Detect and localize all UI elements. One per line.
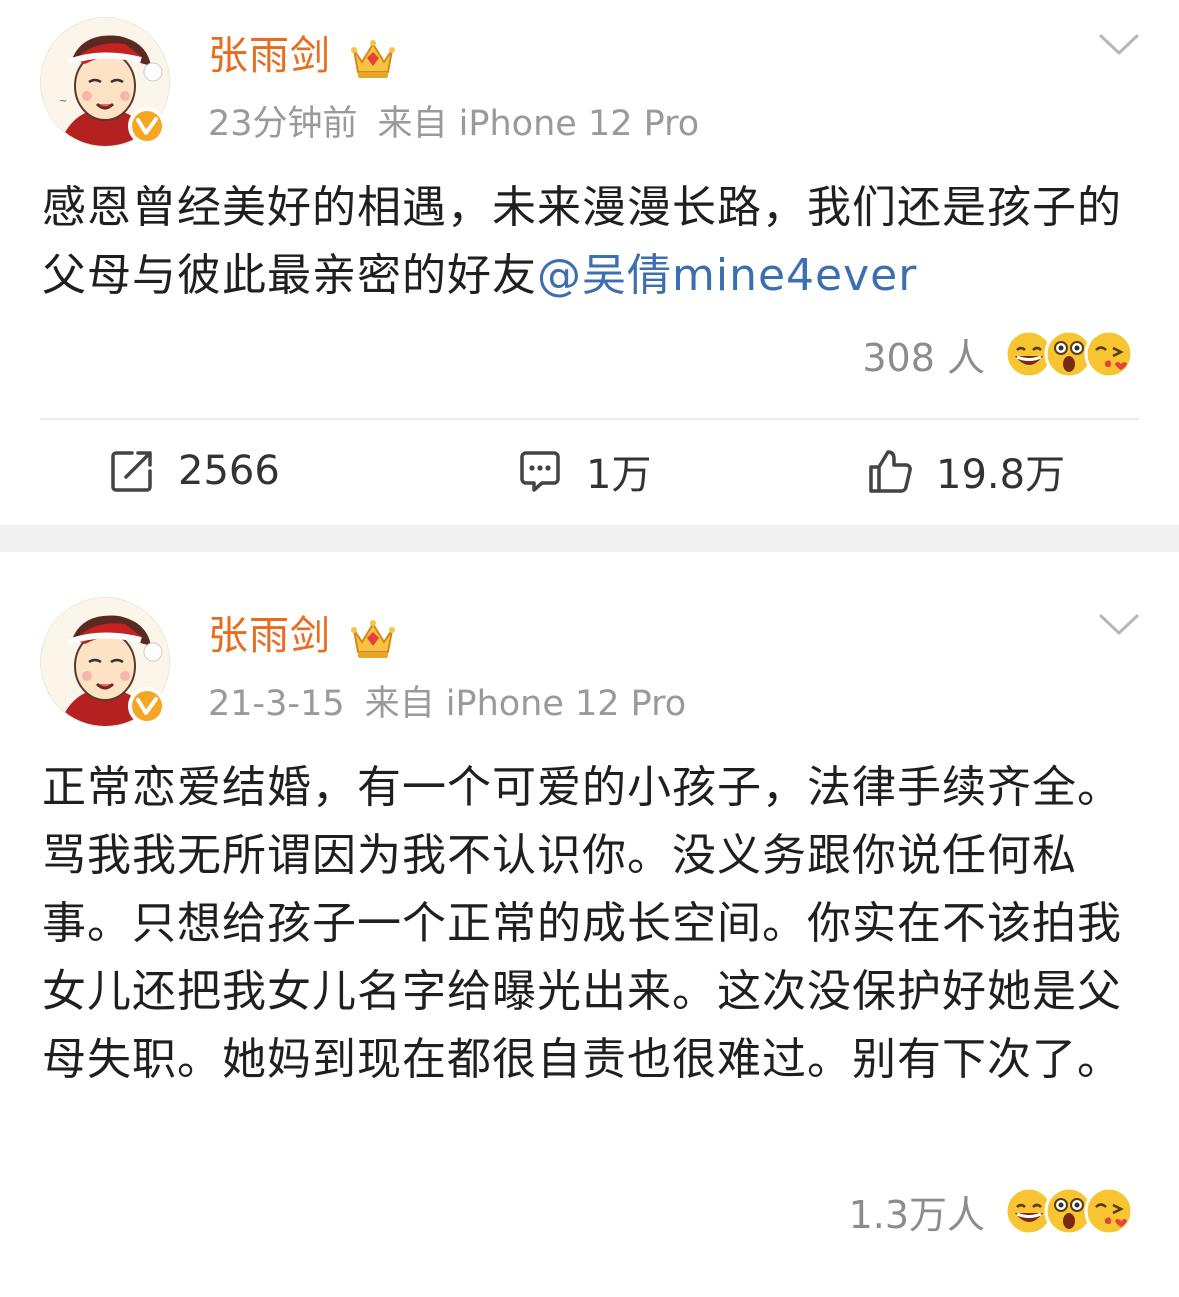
reaction-count: 308 人: [862, 335, 985, 380]
post-separator: [0, 525, 1179, 552]
comment-icon: [520, 451, 560, 492]
username[interactable]: 张雨剑: [208, 612, 331, 660]
divider: [40, 418, 1139, 420]
verified-badge-icon: [128, 687, 166, 725]
kiss-emoji-icon: [1084, 329, 1134, 379]
reaction-count: 1.3万人: [848, 1192, 985, 1237]
reaction-summary[interactable]: 308 人: [862, 326, 1135, 382]
repost-count: 2566: [178, 448, 280, 494]
like-count: 19.8万: [936, 452, 1066, 498]
post-content: 感恩曾经美好的相遇，未来漫漫长路，我们还是孩子的父母与彼此最亲密的好友@吴倩mi…: [42, 174, 1137, 310]
crown-icon[interactable]: [348, 36, 398, 80]
verified-badge-icon: [128, 107, 166, 145]
kiss-emoji-icon: [1084, 1186, 1134, 1236]
chevron-down-icon[interactable]: [1098, 612, 1140, 638]
chevron-down-icon[interactable]: [1098, 32, 1140, 58]
action-bar: 2566 1万 19.8万: [0, 440, 1179, 502]
post-meta: 21-3-15 来自 iPhone 12 Pro: [208, 682, 686, 726]
svg-text:~: ~: [59, 96, 67, 107]
thumbs-up-icon: [869, 450, 912, 493]
comment-count: 1万: [586, 452, 652, 498]
comment-button[interactable]: 1万: [516, 440, 651, 502]
mention-link[interactable]: @吴倩mine4ever: [537, 250, 917, 301]
repost-icon: [111, 451, 152, 492]
post-content: 正常恋爱结婚，有一个可爱的小孩子，法律手续齐全。骂我我无所谓因为我不认识你。没义…: [42, 754, 1137, 1094]
like-button[interactable]: 19.8万: [866, 440, 1065, 502]
post-meta: 23分钟前 来自 iPhone 12 Pro: [208, 102, 699, 146]
post-text: 正常恋爱结婚，有一个可爱的小孩子，法律手续齐全。骂我我无所谓因为我不认识你。没义…: [42, 762, 1122, 1085]
post-source[interactable]: 来自 iPhone 12 Pro: [378, 104, 700, 144]
post-time: 21-3-15: [208, 684, 345, 724]
weibo-post: 张雨剑 21-3-15 来自 iPhone 12 Pro 正常恋爱结婚，有一个可爱…: [0, 552, 1179, 1297]
post-source[interactable]: 来自 iPhone 12 Pro: [365, 684, 687, 724]
weibo-post: ~ 张雨剑 23分钟前 来自 iPhone 12 Pro 感恩曾经美好的相遇，未来…: [0, 0, 1179, 525]
crown-icon[interactable]: [348, 616, 398, 660]
post-time: 23分钟前: [208, 104, 358, 144]
username[interactable]: 张雨剑: [208, 32, 331, 80]
repost-button[interactable]: 2566: [108, 440, 280, 502]
reaction-summary[interactable]: 1.3万人: [849, 1183, 1135, 1239]
